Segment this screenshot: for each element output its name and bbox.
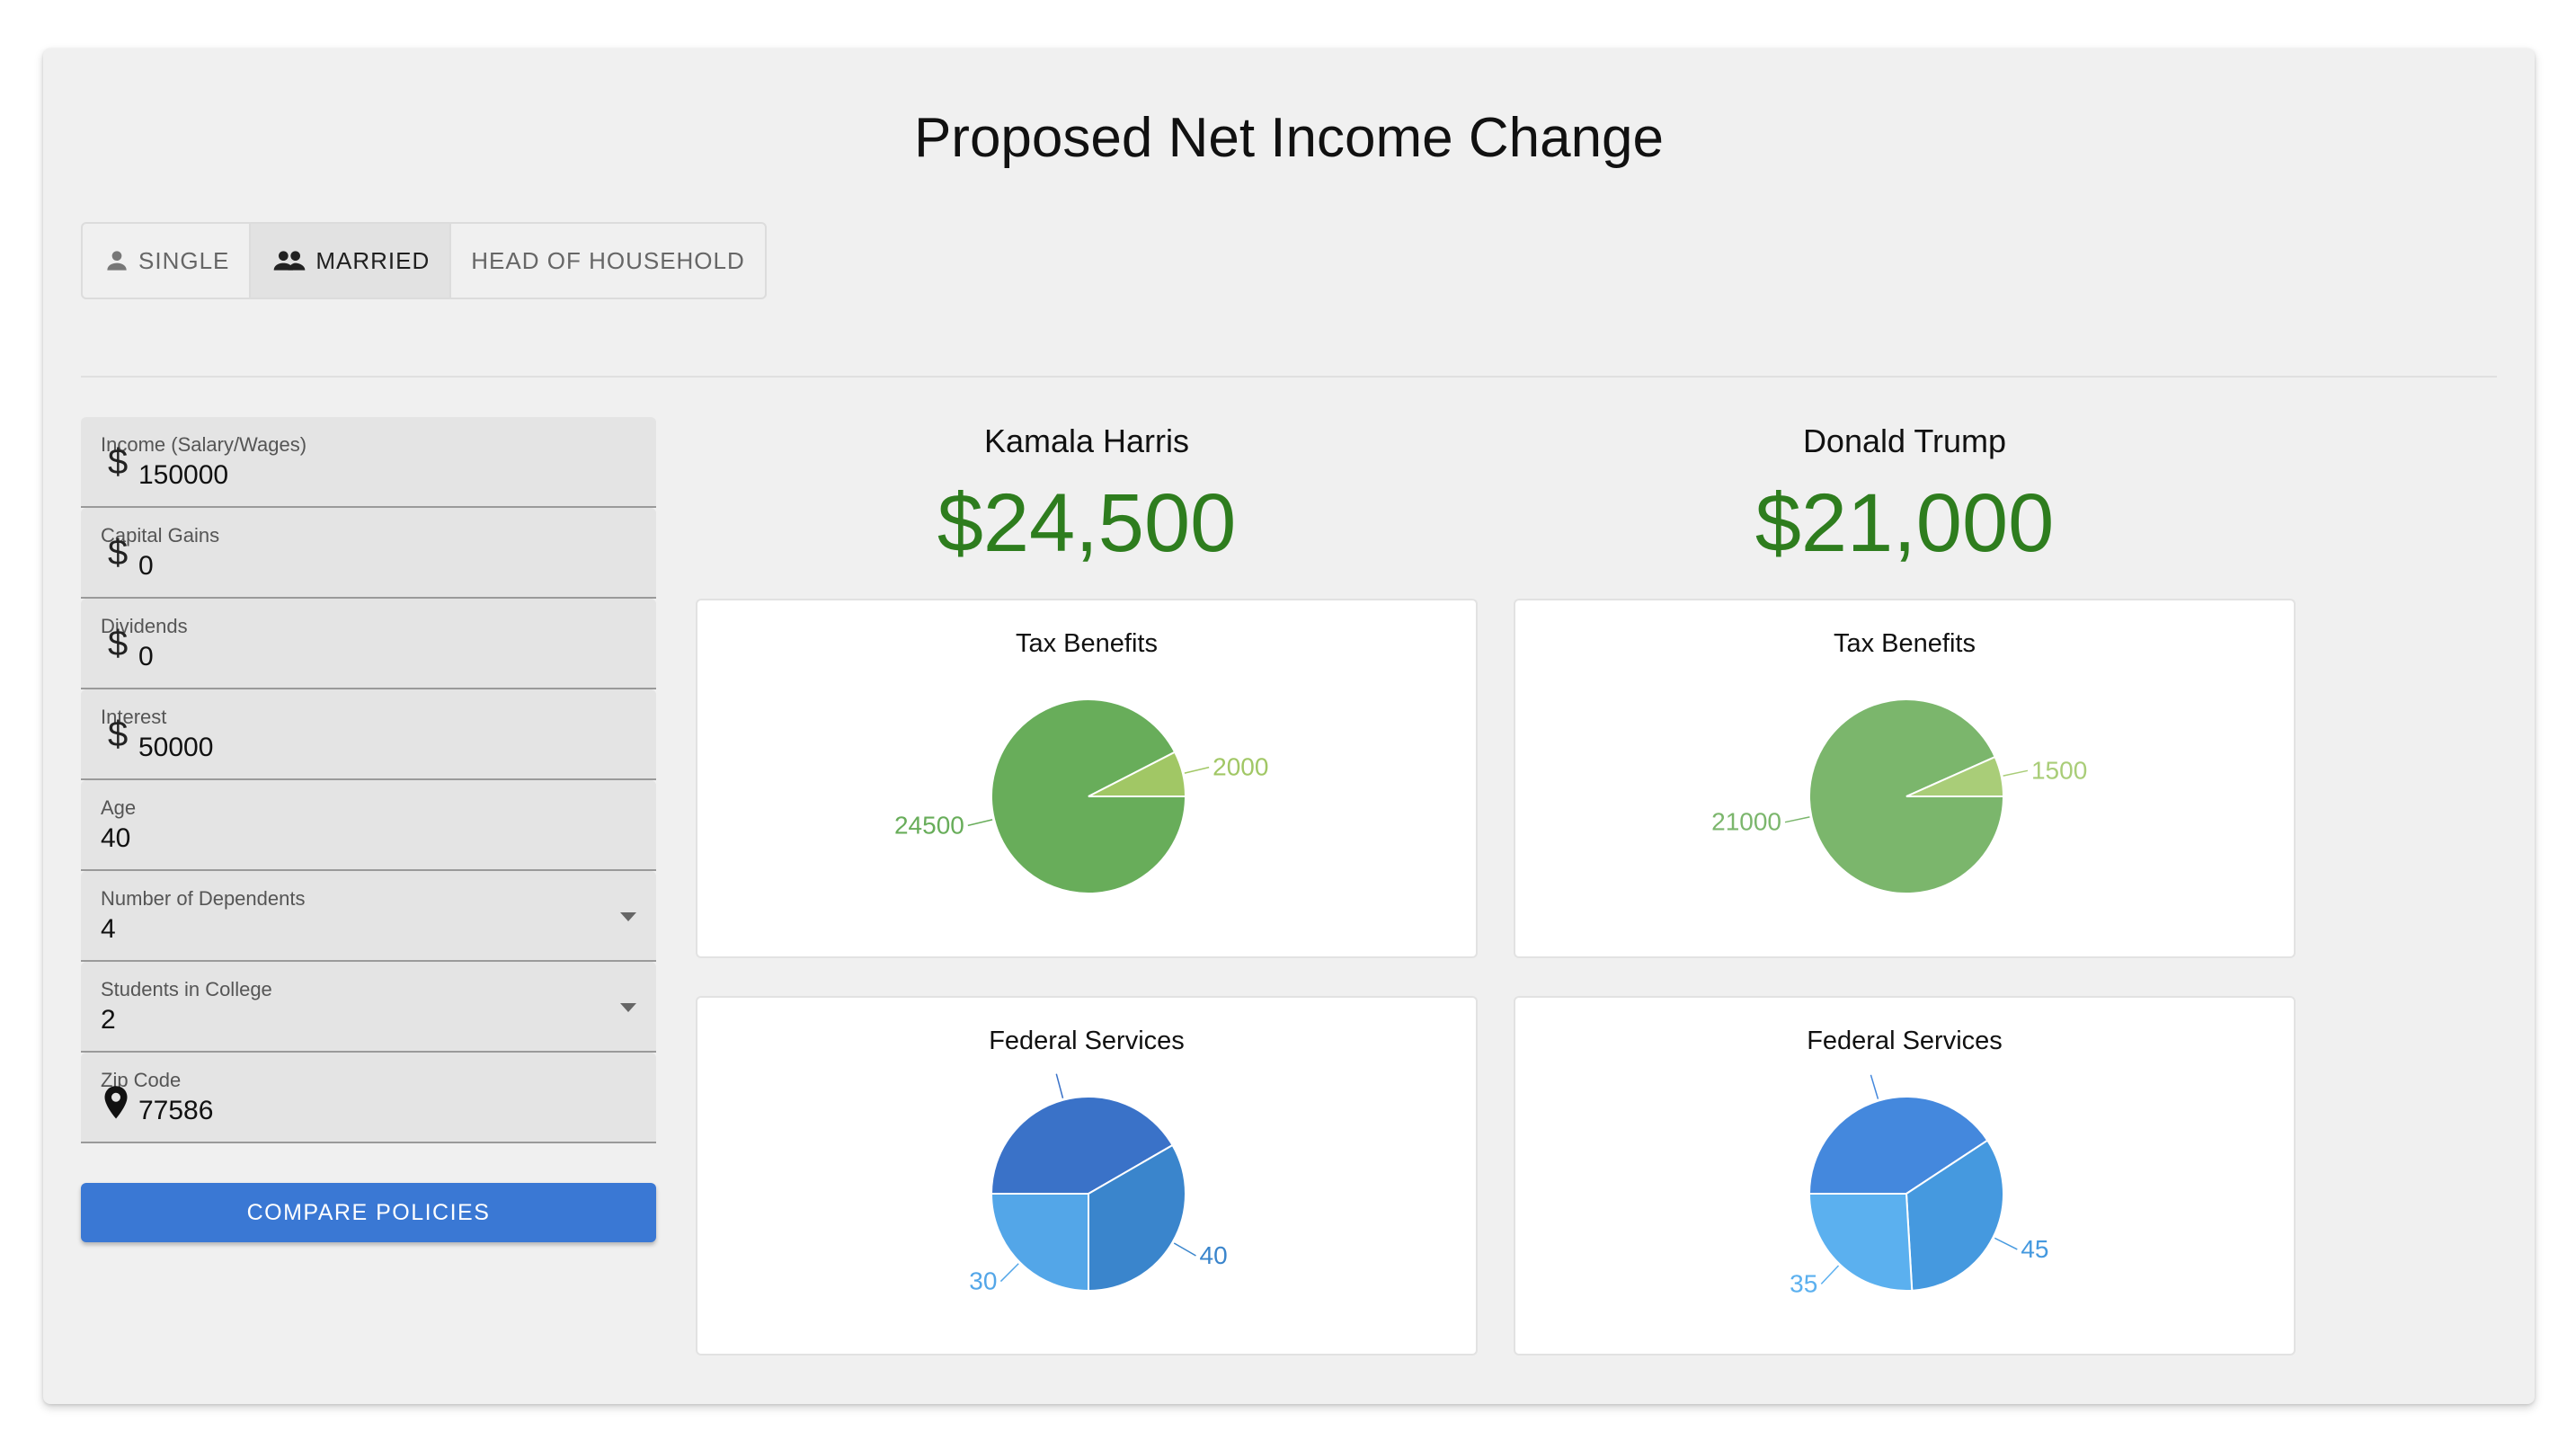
zip-code-input[interactable]: 77586 [138,1096,213,1126]
single-button[interactable]: SINGLE [83,224,252,298]
location-pin-icon [104,1086,128,1119]
trump-summary: Donald Trump $21,000 [1514,422,2296,571]
students-label: Students in College [101,978,272,1000]
single-label: SINGLE [138,246,230,274]
pie-slice-label: 30 [969,1267,997,1295]
harris-federal-services-panel: Federal Services 40 30 [696,996,1478,1356]
dollar-icon: $ [108,715,129,754]
pie-slice-label: 40 [1200,1241,1228,1269]
divider [81,376,2497,378]
head-of-household-label: HEAD OF HOUSEHOLD [471,246,745,274]
pie-slice-label: 24500 [894,811,964,839]
pie-leader-line [999,1263,1019,1283]
input-form: Income (Salary/Wages) $ 150000 Capital G… [81,417,656,1242]
students-select[interactable]: Students in College 2 [81,962,656,1053]
dollar-icon: $ [108,533,129,573]
pie-slice-label: 1500 [2031,756,2087,784]
interest-field[interactable]: Interest $ 50000 [81,689,656,780]
main-card: Proposed Net Income Change SINGLE MARRIE… [43,49,2535,1404]
pie-slice [1808,1193,1914,1292]
trump-tax-benefits-chart: 21000 1500 [1711,698,2087,894]
head-of-household-button[interactable]: HEAD OF HOUSEHOLD [451,224,765,298]
income-label: Income (Salary/Wages) [101,433,307,456]
trump-name: Donald Trump [1802,422,2007,459]
compare-policies-button[interactable]: COMPARE POLICIES [81,1183,656,1242]
filing-status-toggle: SINGLE MARRIED HEAD OF HOUSEHOLD [81,222,767,299]
trump-amount: $21,000 [1754,477,2055,569]
students-value: 2 [101,1005,116,1035]
page-title: Proposed Net Income Change [913,107,1665,169]
trump-tax-benefits-panel: Tax Benefits 21000 1500 [1514,599,2296,958]
capital-gains-field[interactable]: Capital Gains $ 0 [81,508,656,599]
age-input[interactable]: 40 [101,823,130,854]
pie-leader-line [1820,1265,1840,1284]
capital-gains-input[interactable]: 0 [138,551,154,582]
dividends-input[interactable]: 0 [138,642,154,672]
pie-slice-label: 35 [1790,1269,1817,1297]
income-input[interactable]: 150000 [138,460,228,491]
harris-amount: $24,500 [937,477,1237,569]
age-field[interactable]: Age 40 [81,780,656,871]
harris-tax-benefits-panel: Tax Benefits 24500 2000 [696,599,1478,958]
trump-federal-services-panel: Federal Services 45 35 [1514,996,2296,1356]
dropdown-arrow-icon[interactable] [620,912,636,921]
people-icon [274,251,306,271]
dependents-select[interactable]: Number of Dependents 4 [81,871,656,962]
harris-tax-benefits-chart: 24500 2000 [894,698,1268,894]
married-label: MARRIED [315,246,431,274]
pie-leader-line [1994,1237,2018,1250]
pie-leader-line [967,819,993,827]
dependents-label: Number of Dependents [101,887,306,910]
pie-leader-line [1784,816,1810,823]
trump-federal-services-chart: 45 35 [1790,1074,2048,1297]
dependents-value: 4 [101,914,116,944]
interest-input[interactable]: 50000 [138,733,213,763]
harris-name: Kamala Harris [983,422,1190,459]
zip-code-field[interactable]: Zip Code 77586 [81,1053,656,1143]
harris-summary: Kamala Harris $24,500 [696,422,1478,571]
pie-leader-line [1055,1073,1064,1098]
pie-slice-label: 21000 [1711,808,1781,836]
pie-leader-line [1870,1074,1879,1099]
income-field[interactable]: Income (Salary/Wages) $ 150000 [81,417,656,508]
age-label: Age [101,796,137,819]
pie-slice-label: 45 [2021,1235,2048,1263]
person-icon [107,251,127,271]
pie-leader-line [1173,1242,1196,1257]
pie-leader-line [2003,769,2029,777]
dollar-icon: $ [108,442,129,482]
married-button[interactable]: MARRIED [251,224,452,298]
harris-federal-services-chart: 40 30 [969,1073,1228,1295]
dividends-field[interactable]: Dividends $ 0 [81,599,656,689]
dropdown-arrow-icon[interactable] [620,1003,636,1012]
pie-leader-line [1184,766,1210,774]
pie-slice-label: 2000 [1212,753,1268,781]
dollar-icon: $ [108,624,129,663]
